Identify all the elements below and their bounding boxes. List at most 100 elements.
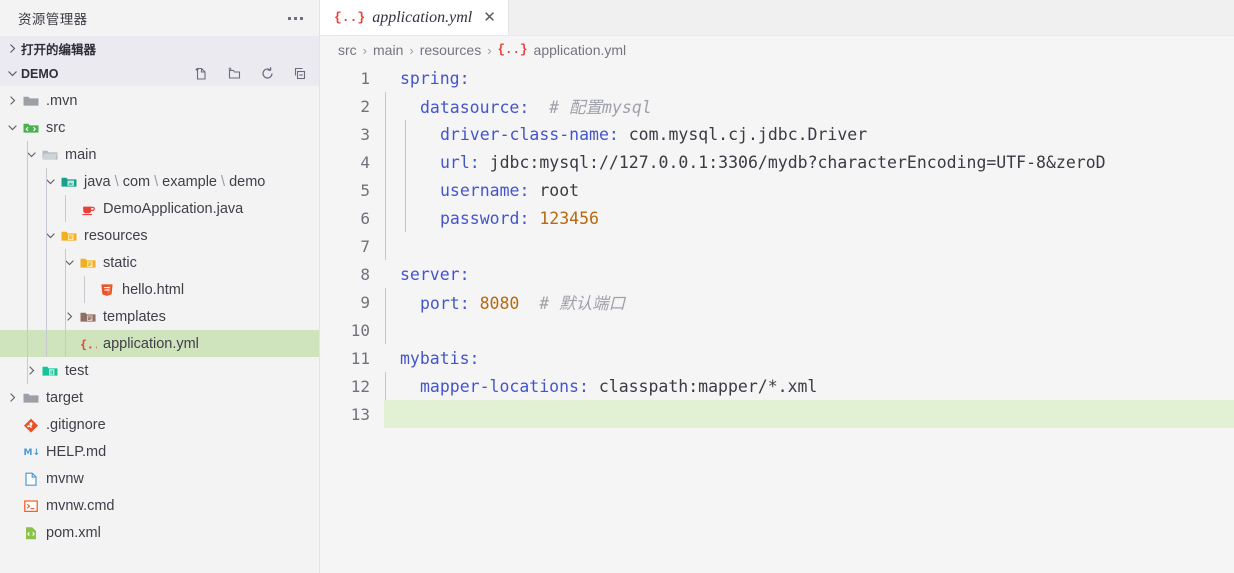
tree-item-test[interactable]: test <box>0 357 319 384</box>
tree-item--mvn[interactable]: .mvn <box>0 87 319 114</box>
breadcrumb-item-file[interactable]: application.yml <box>534 42 627 58</box>
line-number: 8 <box>360 264 370 284</box>
tree-item-hello-html[interactable]: hello.html <box>0 276 319 303</box>
more-actions-icon[interactable] <box>286 13 305 24</box>
tree-item-pom-xml[interactable]: pom.xml <box>0 519 319 546</box>
tree-item-java-com-example-demo[interactable]: java \ com \ example \ demo <box>0 168 319 195</box>
code-line[interactable]: 1 spring: <box>320 64 1234 92</box>
code-line[interactable]: 2 datasource: # 配置mysql <box>320 92 1234 120</box>
code-line[interactable]: 8 server: <box>320 260 1234 288</box>
code-line[interactable]: 3 driver-class-name: com.mysql.cj.jdbc.Dr… <box>320 120 1234 148</box>
code-line[interactable]: 4 url: jdbc:mysql://127.0.0.1:3306/mydb?c… <box>320 148 1234 176</box>
tree-item-label: application.yml <box>103 335 199 352</box>
collapse-all-icon[interactable] <box>292 65 309 82</box>
indent-guide <box>27 141 28 168</box>
tree-item-demoapplication-java[interactable]: DemoApplication.java <box>0 195 319 222</box>
token-k: spring: <box>400 68 470 88</box>
chevron-right-icon[interactable] <box>61 309 77 325</box>
new-folder-icon[interactable] <box>226 65 243 82</box>
refresh-icon[interactable] <box>259 65 276 82</box>
chevron-down-icon[interactable] <box>4 120 20 136</box>
indent-guide <box>65 195 66 222</box>
chevron-right-icon[interactable] <box>23 363 39 379</box>
tree-item-help-md[interactable]: M↓ HELP.md <box>0 438 319 465</box>
tree-item-application-yml[interactable]: {..} application.yml <box>0 330 319 357</box>
indent-guide <box>27 330 28 357</box>
line-number: 11 <box>350 348 370 368</box>
tree-item-mvnw-cmd[interactable]: mvnw.cmd <box>0 492 319 519</box>
breadcrumb-item-src[interactable]: src <box>338 42 357 58</box>
svg-text:{..}: {..} <box>80 337 97 351</box>
code-editor[interactable]: 1 spring: 2 datasource: # 配置mysql 3 driver-cl… <box>320 64 1234 573</box>
code-line[interactable]: 12 mapper-locations: classpath:mapper/*.x… <box>320 372 1234 400</box>
chevron-right-icon[interactable] <box>4 390 20 406</box>
yaml-braces-icon: {..} <box>77 335 98 353</box>
sidebar-section-open-editors[interactable]: 打开的编辑器 <box>0 36 319 61</box>
code-tokens: password: 123456 <box>400 209 599 228</box>
token-k: username: <box>440 180 530 200</box>
indent-guide <box>385 148 386 176</box>
tree-item-label: templates <box>103 308 166 325</box>
line-number: 9 <box>360 292 370 312</box>
code-line[interactable]: 10 <box>320 316 1234 344</box>
breadcrumb-item-main[interactable]: main <box>373 42 403 58</box>
folder-gray-icon <box>20 389 41 407</box>
sidebar-section-label: 打开的编辑器 <box>21 43 97 57</box>
new-file-icon[interactable] <box>193 65 210 82</box>
code-line[interactable]: 6 password: 123456 <box>320 204 1234 232</box>
tree-item-templates[interactable]: templates <box>0 303 319 330</box>
tree-item-label: hello.html <box>122 281 185 298</box>
chevron-down-icon[interactable] <box>61 255 77 271</box>
indent-guide <box>385 176 386 204</box>
vscode-window: 资源管理器 打开的编辑器 DEMO .mvn src main java \ c… <box>0 0 1234 573</box>
tree-item-label: .gitignore <box>46 416 106 433</box>
indent-guide <box>385 204 386 232</box>
code-line-content <box>384 400 1234 428</box>
chevron-down-icon[interactable] <box>42 228 58 244</box>
code-line[interactable]: 7 <box>320 232 1234 260</box>
indent-guide <box>27 222 28 249</box>
line-number: 10 <box>350 320 370 340</box>
chevron-down-icon[interactable] <box>42 174 58 190</box>
tree-item-label: mvnw <box>46 470 84 487</box>
folder-gray-icon <box>20 92 41 110</box>
sidebar-section-demo[interactable]: DEMO <box>0 61 319 86</box>
code-tokens: mapper-locations: classpath:mapper/*.xml <box>400 377 817 396</box>
code-line[interactable]: 11 mybatis: <box>320 344 1234 372</box>
indent-guide <box>65 303 66 330</box>
explorer-sidebar: 资源管理器 打开的编辑器 DEMO .mvn src main java \ c… <box>0 0 320 573</box>
code-line[interactable]: 9 port: 8080 # 默认端口 <box>320 288 1234 316</box>
tree-item-target[interactable]: target <box>0 384 319 411</box>
tree-item-mvnw[interactable]: mvnw <box>0 465 319 492</box>
tree-item-resources[interactable]: resources <box>0 222 319 249</box>
code-tokens: driver-class-name: com.mysql.cj.jdbc.Dri… <box>400 125 867 144</box>
line-number: 3 <box>360 124 370 144</box>
editor-tabbar: {..} application.yml ✕ <box>320 0 1234 36</box>
line-number: 1 <box>360 68 370 88</box>
tree-item-main[interactable]: main <box>0 141 319 168</box>
path-separator: \ <box>154 173 159 190</box>
file-tree: .mvn src main java \ com \ example \ demo De… <box>0 86 319 573</box>
file-blank-icon <box>20 470 41 488</box>
breadcrumb-item-resources[interactable]: resources <box>420 42 481 58</box>
code-line[interactable]: 5 username: root <box>320 176 1234 204</box>
close-icon[interactable]: ✕ <box>483 10 496 25</box>
tree-item-label: static <box>103 254 137 271</box>
line-number: 13 <box>350 404 370 424</box>
tree-item--gitignore[interactable]: .gitignore <box>0 411 319 438</box>
code-line[interactable]: 13 <box>320 400 1234 428</box>
explorer-title-bar: 资源管理器 <box>0 0 319 36</box>
tree-item-label: target <box>46 389 84 406</box>
chevron-right-icon[interactable] <box>4 93 20 109</box>
tree-item-src[interactable]: src <box>0 114 319 141</box>
tab-application-yml[interactable]: {..} application.yml ✕ <box>320 0 509 35</box>
chevron-down-icon[interactable] <box>23 147 39 163</box>
line-number: 5 <box>360 180 370 200</box>
indent-guide <box>385 92 386 120</box>
markdown-icon: M↓ <box>20 443 41 461</box>
tree-item-static[interactable]: static <box>0 249 319 276</box>
line-number: 4 <box>360 152 370 172</box>
indent-guide <box>385 232 386 260</box>
dot <box>300 16 303 20</box>
token-k: mapper-locations: <box>420 376 589 396</box>
